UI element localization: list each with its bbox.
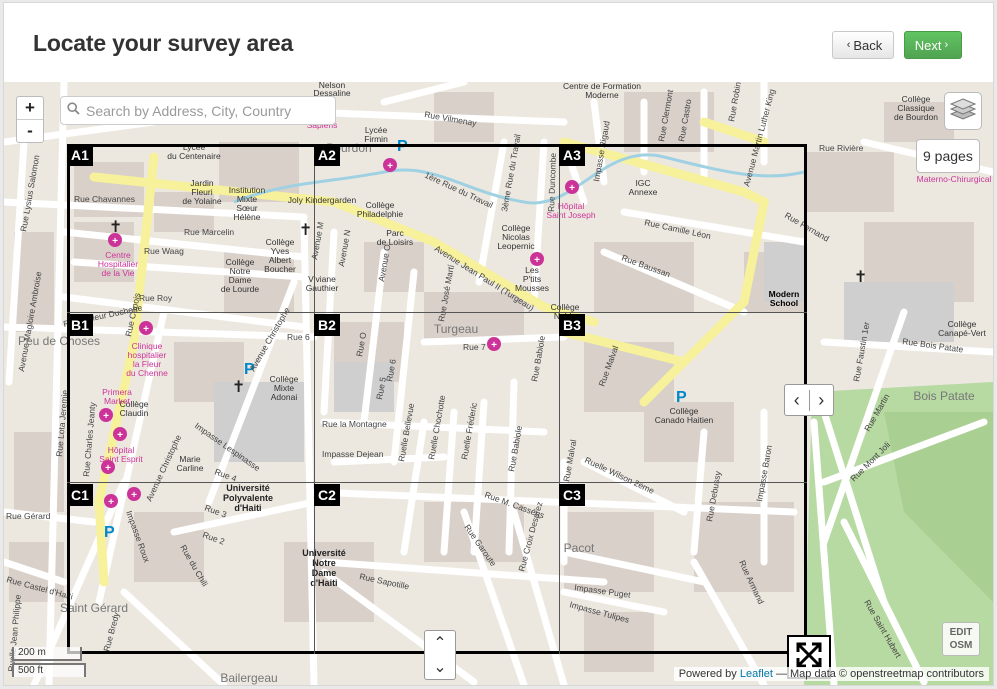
svg-text:Bailergeau: Bailergeau <box>220 671 277 685</box>
back-button[interactable]: ‹ Back <box>832 31 894 59</box>
layers-button[interactable] <box>944 92 982 130</box>
search-input[interactable] <box>84 101 328 120</box>
grid-line <box>314 144 315 654</box>
search-icon <box>67 101 80 120</box>
grid-line <box>67 482 807 483</box>
grid-line <box>67 312 807 313</box>
attribution-prefix: Powered by <box>678 668 737 680</box>
map-view[interactable]: + + + + + + + + + + + PPPP ✝ ✝ ✝ ✝ Lycée du Centena… <box>4 82 993 685</box>
grid-line <box>559 144 560 654</box>
svg-text:Bois Patate: Bois Patate <box>913 389 975 403</box>
grid-cell-c3: C3 <box>559 484 585 506</box>
search-box[interactable] <box>60 96 336 125</box>
page-header: Locate your survey area ‹ Back Next › <box>4 3 993 83</box>
grid-cell-b1: B1 <box>67 314 93 336</box>
svg-text:Canapé-Vert: Canapé-Vert <box>938 328 986 338</box>
zoom-control: + - <box>16 96 44 143</box>
leaflet-link[interactable]: Leaflet <box>740 668 773 680</box>
next-button[interactable]: Next › <box>904 31 962 59</box>
pan-horizontal-control: ‹ › <box>784 384 834 416</box>
svg-text:Rue Gérard: Rue Gérard <box>6 511 51 521</box>
survey-window: Locate your survey area ‹ Back Next › + … <box>3 2 994 686</box>
grid-cell-a3: A3 <box>559 144 585 166</box>
scale-metric: 200 m <box>12 647 82 661</box>
pan-vertical-control: ⌃ ⌄ <box>424 630 456 680</box>
svg-text:Moderne: Moderne <box>585 90 619 100</box>
page-title: Locate your survey area <box>33 30 294 56</box>
edit-osm-button[interactable]: EDIT OSM <box>942 622 980 656</box>
edit-osm-line2: OSM <box>949 640 973 651</box>
grid-cell-c2: C2 <box>314 484 340 506</box>
svg-text:✝: ✝ <box>854 267 867 286</box>
grid-cell-b2: B2 <box>314 314 340 336</box>
grid-cell-a1: A1 <box>67 144 93 166</box>
pages-count: 9 pages <box>916 139 980 173</box>
svg-text:Materno-Chirurgical: Materno-Chirurgical <box>917 174 992 184</box>
layers-icon <box>949 97 977 126</box>
attribution-suffix: — Map data © openstreetmap contributors <box>775 668 984 680</box>
pan-up-button[interactable]: ⌃ <box>433 631 446 655</box>
grid-cell-a2: A2 <box>314 144 340 166</box>
zoom-out-button[interactable]: - <box>17 119 43 142</box>
survey-grid[interactable] <box>67 144 807 654</box>
chevron-left-icon: ‹ <box>846 39 851 51</box>
grid-cell-c1: C1 <box>67 484 93 506</box>
grid-cell-b3: B3 <box>559 314 585 336</box>
edit-osm-line1: EDIT <box>949 627 973 638</box>
svg-text:de Bourdon: de Bourdon <box>894 112 938 122</box>
svg-text:Rue Rivière: Rue Rivière <box>819 143 864 153</box>
zoom-in-button[interactable]: + <box>17 97 43 119</box>
map-attribution: Powered by Leaflet — Map data © openstre… <box>673 667 989 681</box>
pan-left-button[interactable]: ‹ <box>785 390 809 411</box>
chevron-right-icon: › <box>944 39 949 51</box>
pan-down-button[interactable]: ⌄ <box>433 655 446 679</box>
pan-right-button[interactable]: › <box>808 389 834 411</box>
scale-imperial: 500 ft <box>12 663 86 677</box>
next-button-label: Next <box>914 37 942 53</box>
back-button-label: Back <box>853 37 883 53</box>
